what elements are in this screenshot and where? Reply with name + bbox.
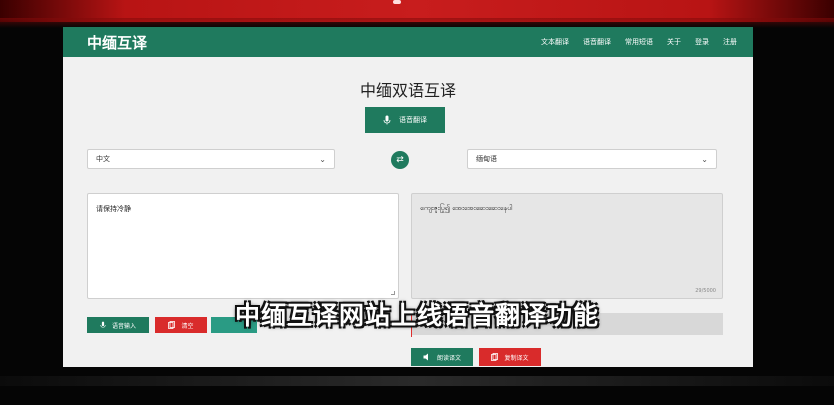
top-glow-band — [0, 0, 834, 28]
nav-link-voice-translate[interactable]: 语音翻译 — [583, 37, 611, 47]
nav-links: 文本翻译 语音翻译 常用短语 关于 登录 注册 — [541, 37, 737, 47]
translation-output-value: ကျေးဇူးပြု၍ အေးအေးဆေးဆေးနေပါ — [420, 204, 513, 212]
chevron-down-icon: ⌄ — [701, 154, 708, 164]
copy-icon — [491, 353, 499, 361]
resize-handle[interactable] — [391, 291, 395, 295]
target-language-value: 缅甸语 — [476, 155, 497, 163]
source-language-value: 中文 — [96, 155, 110, 163]
swap-language-button[interactable]: ⇄ — [391, 151, 409, 169]
chevron-down-icon: ⌄ — [319, 154, 326, 164]
speaker-icon — [423, 353, 428, 361]
page-title: 中缅双语互译 — [359, 81, 456, 100]
nav-link-login[interactable]: 登录 — [695, 37, 709, 47]
nav-link-text-translate[interactable]: 文本翻译 — [541, 37, 569, 47]
mic-icon — [383, 115, 391, 125]
voice-translate-button[interactable]: 语音翻译 — [365, 107, 445, 133]
copy-translation-button[interactable]: 复制译文 — [479, 348, 541, 366]
voice-translate-label: 语音翻译 — [399, 116, 427, 124]
navbar: 中缅互译 文本翻译 语音翻译 常用短语 关于 登录 注册 — [63, 27, 753, 57]
source-language-select[interactable]: 中文 ⌄ — [87, 149, 335, 169]
translation-output: ကျေးဇူးပြု၍ အေးအေးဆေးဆေးနေပါ 29/5000 — [411, 193, 723, 299]
nav-link-phrases[interactable]: 常用短语 — [625, 37, 653, 47]
read-translation-button[interactable]: 朗读译文 — [411, 348, 473, 366]
source-text-value: 请保持冷静 — [96, 205, 131, 213]
char-count: 29/5000 — [695, 288, 716, 294]
video-subtitle: 中缅互译网站上线语音翻译功能 — [234, 301, 599, 330]
bottom-band — [0, 376, 834, 386]
read-translation-label: 朗读译文 — [436, 354, 461, 362]
copy-translation-label: 复制译文 — [504, 354, 529, 362]
nav-link-about[interactable]: 关于 — [667, 37, 681, 47]
site-logo[interactable]: 中缅互译 — [87, 32, 147, 53]
swap-icon: ⇄ — [396, 155, 404, 165]
nav-link-register[interactable]: 注册 — [723, 37, 737, 47]
target-language-select[interactable]: 缅甸语 ⌄ — [467, 149, 717, 169]
top-glow-dot — [393, 0, 401, 4]
source-text-input[interactable]: 请保持冷静 — [87, 193, 399, 299]
